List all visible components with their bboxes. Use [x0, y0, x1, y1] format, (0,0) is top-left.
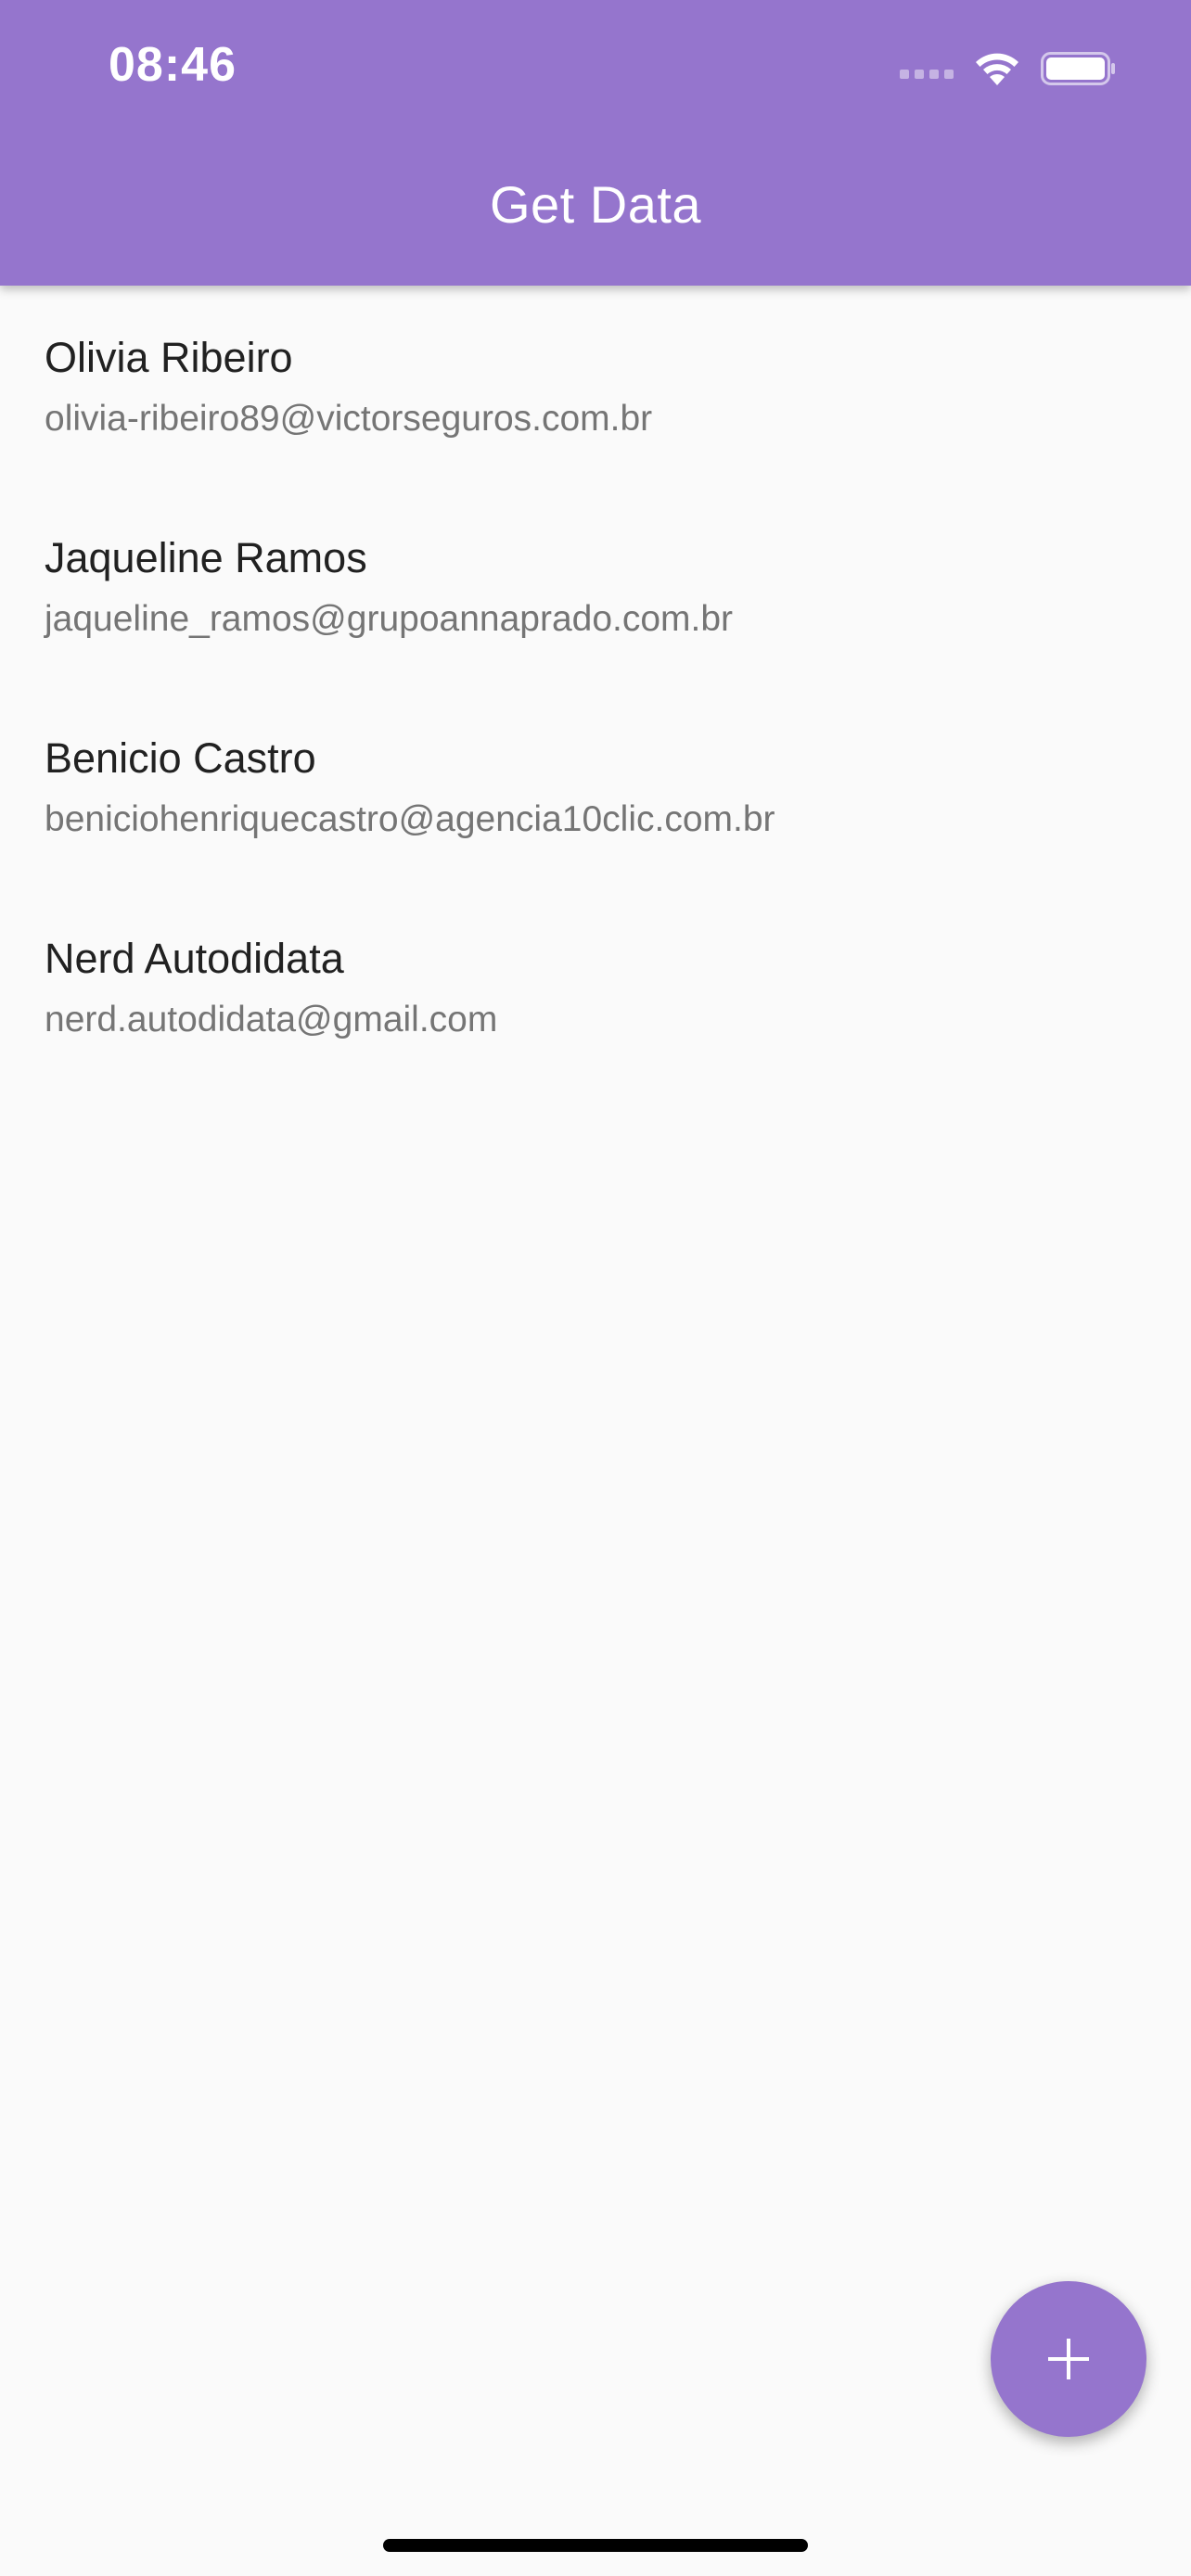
- list-item[interactable]: Jaqueline Ramos jaqueline_ramos@grupoann…: [0, 486, 1191, 686]
- contact-email: jaqueline_ramos@grupoannaprado.com.br: [45, 599, 734, 639]
- home-indicator[interactable]: [383, 2539, 808, 2552]
- status-time: 08:46: [109, 38, 237, 92]
- contact-name: Olivia Ribeiro: [45, 334, 293, 381]
- contact-email: beniciohenriquecastro@agencia10clic.com.…: [45, 799, 775, 839]
- plus-icon: [1048, 2339, 1089, 2379]
- list-item[interactable]: Nerd Autodidata nerd.autodidata@gmail.co…: [0, 886, 1191, 1087]
- contact-name: Nerd Autodidata: [45, 935, 344, 982]
- cellular-signal-icon: [900, 70, 954, 79]
- list-item[interactable]: Benicio Castro beniciohenriquecastro@age…: [0, 686, 1191, 886]
- wifi-icon: [974, 50, 1020, 87]
- contact-name: Jaqueline Ramos: [45, 534, 367, 581]
- contact-list: Olivia Ribeiro olivia-ribeiro89@victorse…: [0, 286, 1191, 1087]
- contact-email: nerd.autodidata@gmail.com: [45, 1000, 498, 1039]
- contact-name: Benicio Castro: [45, 734, 316, 782]
- app-bar: 08:46 Get Data: [0, 0, 1191, 286]
- list-item[interactable]: Olivia Ribeiro olivia-ribeiro89@victorse…: [0, 286, 1191, 486]
- status-icons: [900, 46, 1117, 91]
- page-title: Get Data: [489, 175, 702, 234]
- add-contact-button[interactable]: [991, 2281, 1146, 2437]
- contact-email: olivia-ribeiro89@victorseguros.com.br: [45, 399, 653, 439]
- status-bar: 08:46: [0, 0, 1191, 139]
- battery-icon: [1041, 50, 1117, 87]
